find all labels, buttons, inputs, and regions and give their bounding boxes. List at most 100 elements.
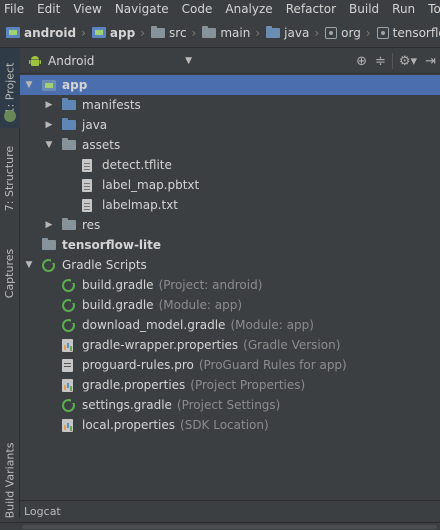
- collapsed-arrow-icon[interactable]: ▶: [44, 220, 54, 230]
- breadcrumb-label: app: [109, 25, 136, 40]
- tree-item[interactable]: ▶ manifests: [20, 95, 440, 115]
- tree-item-name: build.gradle: [82, 298, 154, 312]
- breadcrumb-separator-icon: ›: [255, 25, 261, 40]
- logcat-tab[interactable]: Logcat: [24, 505, 61, 518]
- tree-item-name: tensorflow-lite: [62, 238, 162, 252]
- tree-item[interactable]: download_model.gradle (Module: app): [20, 315, 440, 335]
- horizontal-scrollbar[interactable]: [22, 525, 437, 529]
- tab-structure[interactable]: 7: Structure: [0, 138, 20, 218]
- tree-item-label: detect.tflite: [102, 158, 172, 172]
- tab-captures-label: Captures: [3, 248, 17, 298]
- tree-item-label: local.properties (SDK Location): [82, 418, 269, 432]
- scroll-from-source-icon[interactable]: ⊕: [356, 54, 367, 69]
- breadcrumb-item-android[interactable]: android: [6, 26, 76, 40]
- toolbar-divider: [391, 53, 393, 69]
- tab-project[interactable]: 1: Project: [0, 48, 20, 128]
- breadcrumb-item-org[interactable]: org: [325, 26, 361, 40]
- file-icon: [82, 179, 92, 192]
- hide-icon[interactable]: ⇥: [425, 54, 436, 69]
- tree-item[interactable]: gradle-wrapper.properties (Gradle Version…: [20, 335, 440, 355]
- tree-item-name: res: [82, 218, 101, 232]
- menu-file[interactable]: File: [4, 2, 24, 16]
- breadcrumb-label: tensorflow: [392, 25, 440, 40]
- collapsed-arrow-icon[interactable]: ▶: [44, 120, 54, 130]
- expanded-arrow-icon[interactable]: ▼: [24, 260, 34, 270]
- tree-item-label: settings.gradle (Project Settings): [82, 398, 280, 412]
- menu-build[interactable]: Build: [349, 2, 379, 16]
- tree-item[interactable]: build.gradle (Module: app): [20, 295, 440, 315]
- tree-item[interactable]: ▶ res: [20, 215, 440, 235]
- expanded-arrow-icon[interactable]: ▼: [24, 80, 34, 90]
- tree-item[interactable]: label_map.pbtxt: [20, 175, 440, 195]
- properties-file-icon: [62, 339, 73, 352]
- tree-item-name: Gradle Scripts: [62, 258, 147, 272]
- tree-item[interactable]: ▼ Gradle Scripts: [20, 255, 440, 275]
- tree-item[interactable]: local.properties (SDK Location): [20, 415, 440, 435]
- tree-item-name: build.gradle: [82, 278, 154, 292]
- module-icon: [42, 80, 56, 91]
- tree-item-name: gradle-wrapper.properties: [82, 338, 239, 352]
- tree-item[interactable]: ▼ app: [20, 75, 440, 95]
- tree-item[interactable]: detect.tflite: [20, 155, 440, 175]
- view-mode-select[interactable]: Android ▼: [48, 54, 198, 68]
- tree-item-hint: (Project: android): [158, 278, 263, 292]
- tree-item-hint: (Project Settings): [176, 398, 281, 412]
- tree-item-name: app: [62, 78, 88, 92]
- menu-refactor[interactable]: Refactor: [286, 2, 336, 16]
- breadcrumb-item-app[interactable]: app: [91, 25, 136, 40]
- package-icon: [325, 26, 338, 39]
- tree-item-name: settings.gradle: [82, 398, 172, 412]
- breadcrumb-item-src[interactable]: src: [151, 25, 187, 40]
- tab-build-variants[interactable]: Build Variants: [0, 443, 20, 519]
- breadcrumb-label: java: [284, 25, 310, 40]
- gradle-icon: [62, 398, 76, 412]
- collapsed-arrow-icon[interactable]: ▶: [44, 100, 54, 110]
- gradle-icon: [62, 318, 76, 332]
- menu-edit[interactable]: Edit: [37, 2, 60, 16]
- breadcrumb-item-tensorflow[interactable]: tensorflow: [376, 25, 440, 40]
- tree-item-hint: (Module: app): [158, 298, 243, 312]
- collapse-all-icon[interactable]: ≑: [375, 54, 386, 69]
- tab-structure-label: 7: Structure: [3, 145, 17, 211]
- tree-item[interactable]: ▶ java: [20, 115, 440, 135]
- bottom-tool-bar: Logcat: [20, 500, 440, 522]
- gear-icon[interactable]: ⚙▾: [399, 54, 417, 69]
- menu-run[interactable]: Run: [392, 2, 415, 16]
- breadcrumb-item-main[interactable]: main: [202, 25, 250, 40]
- menu-navigate[interactable]: Navigate: [115, 2, 169, 16]
- tree-item[interactable]: gradle.properties (Project Properties): [20, 375, 440, 395]
- breadcrumb-item-java[interactable]: java: [266, 25, 310, 40]
- tree-item-name: labelmap.txt: [102, 198, 179, 212]
- tree-item-hint: (SDK Location): [180, 418, 269, 432]
- tree-item-label: download_model.gradle (Module: app): [82, 318, 314, 332]
- tree-item-label: labelmap.txt: [102, 198, 178, 212]
- folder-icon: [62, 98, 76, 110]
- menu-view[interactable]: View: [73, 2, 101, 16]
- menu-code[interactable]: Code: [182, 2, 213, 16]
- tree-item[interactable]: proguard-rules.pro (ProGuard Rules for ap…: [20, 355, 440, 375]
- package-icon: [376, 26, 389, 39]
- tree-item[interactable]: ▼ assets: [20, 135, 440, 155]
- tree-item-label: app: [62, 78, 87, 92]
- tree-item-hint: (Module: app): [230, 318, 314, 332]
- tree-item-name: local.properties: [82, 418, 176, 432]
- tree-item-label: label_map.pbtxt: [102, 178, 199, 192]
- menu-tools[interactable]: Tools: [428, 2, 440, 16]
- tree-item-label: build.gradle (Project: android): [82, 278, 262, 292]
- folder-icon: [62, 118, 76, 130]
- tab-captures[interactable]: Captures: [0, 238, 20, 308]
- tree-item[interactable]: tensorflow-lite: [20, 235, 440, 255]
- tree-item-hint: (Project Properties): [190, 378, 306, 392]
- tree-item[interactable]: settings.gradle (Project Settings): [20, 395, 440, 415]
- menu-analyze[interactable]: Analyze: [225, 2, 272, 16]
- expanded-arrow-icon[interactable]: ▼: [44, 140, 54, 150]
- tree-item[interactable]: build.gradle (Project: android): [20, 275, 440, 295]
- project-android-icon: [4, 110, 16, 122]
- tab-project-label: 1: Project: [3, 62, 17, 114]
- tree-item[interactable]: labelmap.txt: [20, 195, 440, 215]
- tree-item-label: java: [82, 118, 107, 132]
- breadcrumb-separator-icon: ›: [191, 25, 197, 40]
- properties-file-icon: [62, 379, 73, 392]
- folder-icon: [151, 25, 166, 38]
- tree-item-name: manifests: [82, 98, 141, 112]
